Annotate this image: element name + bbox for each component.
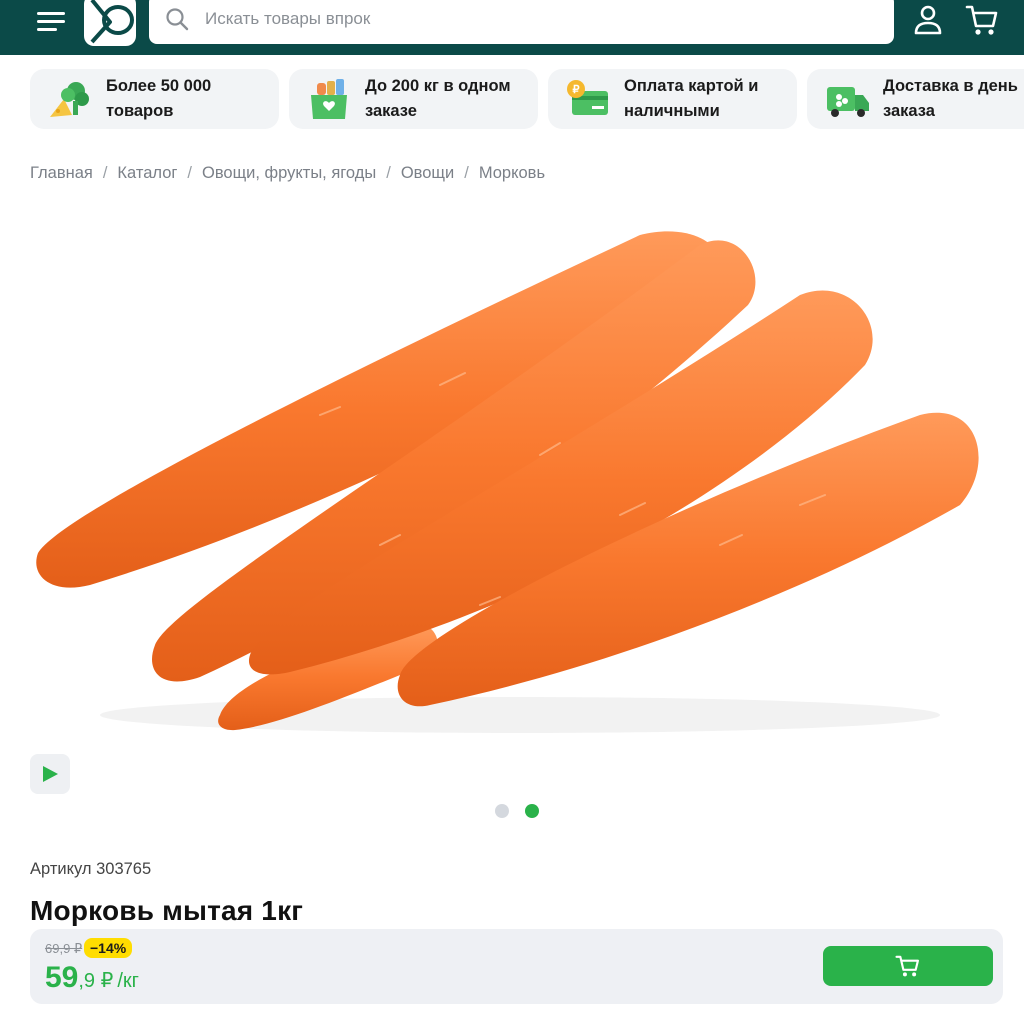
feature-line: наличными bbox=[624, 102, 720, 120]
price-unit: /кг bbox=[117, 970, 139, 992]
breadcrumb-separator: / bbox=[102, 164, 108, 182]
logo[interactable] bbox=[84, 0, 136, 46]
price-integer: 59 bbox=[45, 961, 79, 994]
breadcrumb-item-vegetables[interactable]: Овощи bbox=[401, 164, 454, 183]
gallery-pagination bbox=[495, 804, 539, 818]
price-panel: 69,9 ₽ −14% 59 ,9 ₽ /кг bbox=[30, 929, 1003, 1004]
header-bar bbox=[0, 0, 1024, 55]
add-to-cart-button[interactable] bbox=[823, 946, 993, 986]
vegetables-icon bbox=[50, 82, 89, 117]
breadcrumb-separator: / bbox=[386, 164, 391, 182]
feature-line: До 200 кг в одном bbox=[365, 77, 511, 95]
search-icon bbox=[166, 8, 189, 31]
play-icon bbox=[43, 766, 58, 782]
feature-line: Оплата картой и bbox=[624, 77, 759, 95]
breadcrumb: Главная / Каталог / Овощи, фрукты, ягоды… bbox=[30, 164, 545, 183]
product-sku: Артикул 303765 bbox=[30, 860, 152, 878]
breadcrumb-item-home[interactable]: Главная bbox=[30, 164, 93, 183]
search-input[interactable] bbox=[205, 9, 885, 29]
feature-line: Более 50 000 bbox=[106, 77, 212, 95]
play-video-button[interactable] bbox=[30, 754, 70, 794]
breadcrumb-separator: / bbox=[187, 164, 192, 182]
breadcrumb-separator: / bbox=[464, 164, 469, 182]
user-icon[interactable] bbox=[910, 2, 946, 38]
price-decimal: ,9 ₽ bbox=[78, 970, 114, 992]
gallery-dot[interactable] bbox=[495, 804, 509, 818]
feature-line: товаров bbox=[106, 102, 174, 120]
payment-card-icon: ₽ bbox=[567, 80, 608, 115]
search-bar[interactable] bbox=[149, 0, 894, 44]
feature-line: заказе bbox=[365, 102, 417, 120]
grocery-box-icon bbox=[311, 79, 347, 119]
feature-line: Доставка в день bbox=[883, 77, 1018, 95]
old-price: 69,9 ₽ bbox=[45, 941, 83, 956]
current-price: 59 ,9 ₽ /кг bbox=[45, 961, 139, 995]
svg-text:₽: ₽ bbox=[573, 84, 580, 96]
feature-order-weight: До 200 кг в одном заказе bbox=[289, 69, 538, 129]
product-image[interactable] bbox=[20, 215, 1010, 745]
cart-icon[interactable] bbox=[964, 2, 1000, 38]
feature-assortment: Более 50 000 товаров bbox=[30, 69, 279, 129]
breadcrumb-item-catalog[interactable]: Каталог bbox=[117, 164, 177, 183]
breadcrumb-item-fruits-vegetables[interactable]: Овощи, фрукты, ягоды bbox=[202, 164, 376, 183]
feature-line: заказа bbox=[883, 102, 935, 120]
product-title: Морковь мытая 1кг bbox=[30, 895, 304, 926]
discount-badge: −14% bbox=[84, 938, 133, 958]
feature-payment: ₽ Оплата картой и наличными bbox=[548, 69, 797, 129]
gallery-dot-active[interactable] bbox=[525, 804, 539, 818]
menu-icon[interactable] bbox=[28, 3, 74, 39]
breadcrumb-item-carrot[interactable]: Морковь bbox=[479, 164, 545, 183]
feature-delivery: Доставка в день заказа bbox=[807, 69, 1024, 129]
cart-icon bbox=[895, 955, 920, 977]
delivery-truck-icon bbox=[827, 87, 869, 117]
